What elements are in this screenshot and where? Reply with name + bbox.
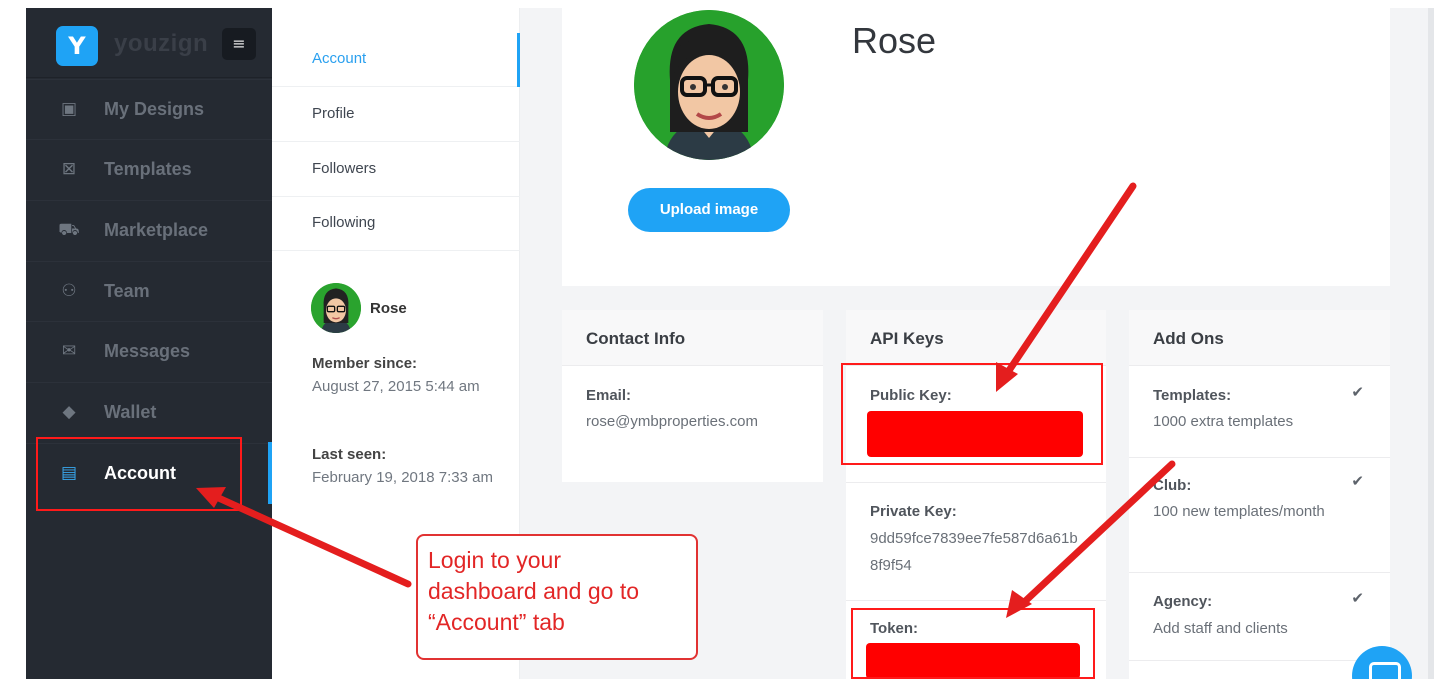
profile-name: Rose xyxy=(852,20,937,61)
addon-description: 1000 extra templates xyxy=(1153,413,1294,430)
contact-info-card: Contact Info Email: rose@ymbproperties.c… xyxy=(562,310,823,482)
avatar-illustration xyxy=(634,10,784,160)
tag-icon: ◆ xyxy=(62,402,76,422)
divider xyxy=(1129,457,1390,458)
tab-label: Account xyxy=(312,50,367,67)
sidebar-item-label: Marketplace xyxy=(104,220,209,240)
brand-header: Y youzign ≡ xyxy=(26,8,272,78)
tab-account[interactable]: Account xyxy=(272,33,520,87)
logo-icon[interactable]: Y xyxy=(56,26,98,66)
private-key-value[interactable]: 9dd59fce7839ee7fe587d6a61b8f9f54 xyxy=(870,525,1086,579)
callout-line: dashboard and go to xyxy=(428,578,640,604)
upload-image-button[interactable]: Upload image xyxy=(628,188,790,232)
card-header: Contact Info xyxy=(562,310,823,366)
annotation-callout: Login to your dashboard and go to “Accou… xyxy=(416,534,698,660)
sidebar-item-team[interactable]: ⚇ Team xyxy=(26,261,272,321)
card-title: API Keys xyxy=(870,329,944,348)
hamburger-icon[interactable]: ≡ xyxy=(222,28,256,60)
last-seen-label: Last seen: xyxy=(312,446,387,463)
sidebar-item-messages[interactable]: ✉ Messages xyxy=(26,321,272,381)
sidebar: Y youzign ≡ ▣ My Designs ⊠ Templates ⛟ M… xyxy=(26,8,272,679)
scroll-gutter xyxy=(1428,8,1434,679)
member-since-value: August 27, 2015 5:44 am xyxy=(312,378,480,395)
team-icon: ⚇ xyxy=(61,281,77,301)
templates-icon: ⊠ xyxy=(61,159,77,179)
sidebar-item-wallet[interactable]: ◆ Wallet xyxy=(26,382,272,442)
check-icon: ✔ xyxy=(1351,383,1364,401)
sidebar-item-label: Team xyxy=(104,281,150,301)
addon-description: 100 new templates/month xyxy=(1153,503,1325,520)
addon-name: Templates: xyxy=(1153,387,1232,404)
sidebar-item-my-designs[interactable]: ▣ My Designs xyxy=(26,79,272,139)
brand-name: youzign xyxy=(114,30,209,57)
last-seen-value: February 19, 2018 7:33 am xyxy=(312,469,493,486)
callout-line: Login to your xyxy=(428,547,561,573)
card-header: Add Ons xyxy=(1129,310,1390,366)
sidebar-item-marketplace[interactable]: ⛟ Marketplace xyxy=(26,200,272,260)
addon-name: Agency: xyxy=(1153,593,1213,610)
check-icon: ✔ xyxy=(1351,589,1364,607)
tab-following[interactable]: Following xyxy=(272,197,520,251)
cart-icon: ⛟ xyxy=(58,220,80,240)
card-header: API Keys xyxy=(846,310,1106,366)
card-title: Add Ons xyxy=(1153,329,1224,348)
avatar xyxy=(311,283,361,333)
private-key-label: Private Key: xyxy=(870,503,957,520)
divider xyxy=(846,600,1106,601)
addon-name: Club: xyxy=(1153,477,1192,494)
tab-followers[interactable]: Followers xyxy=(272,143,520,197)
divider xyxy=(1129,572,1390,573)
image-icon: ▣ xyxy=(60,99,78,119)
tab-profile[interactable]: Profile xyxy=(272,88,520,142)
email-label: Email: xyxy=(586,387,632,404)
sidebar-item-templates[interactable]: ⊠ Templates xyxy=(26,139,272,199)
annotation-box-token xyxy=(851,608,1095,679)
avatar-illustration xyxy=(311,283,361,333)
tab-label: Profile xyxy=(312,105,355,122)
card-title: Contact Info xyxy=(586,329,686,348)
sidebar-item-label: Templates xyxy=(104,159,192,179)
sidebar-item-label: Messages xyxy=(104,341,191,361)
user-name: Rose xyxy=(370,300,407,317)
annotation-box-account xyxy=(36,437,242,511)
email-value: rose@ymbproperties.com xyxy=(586,413,758,430)
divider xyxy=(1129,660,1390,661)
envelope-icon: ✉ xyxy=(61,341,77,361)
annotation-box-public-key xyxy=(841,363,1103,465)
member-since-label: Member since: xyxy=(312,355,418,372)
check-icon: ✔ xyxy=(1351,472,1364,490)
add-ons-card: Add Ons Templates: 1000 extra templates … xyxy=(1129,310,1390,679)
divider xyxy=(846,482,1106,483)
profile-avatar xyxy=(634,10,784,160)
tab-label: Following xyxy=(312,214,376,231)
callout-line: “Account” tab xyxy=(428,609,565,635)
sidebar-item-label: Wallet xyxy=(104,402,157,422)
addon-description: Add staff and clients xyxy=(1153,620,1288,637)
tab-label: Followers xyxy=(312,160,377,177)
sidebar-item-label: My Designs xyxy=(104,99,205,119)
